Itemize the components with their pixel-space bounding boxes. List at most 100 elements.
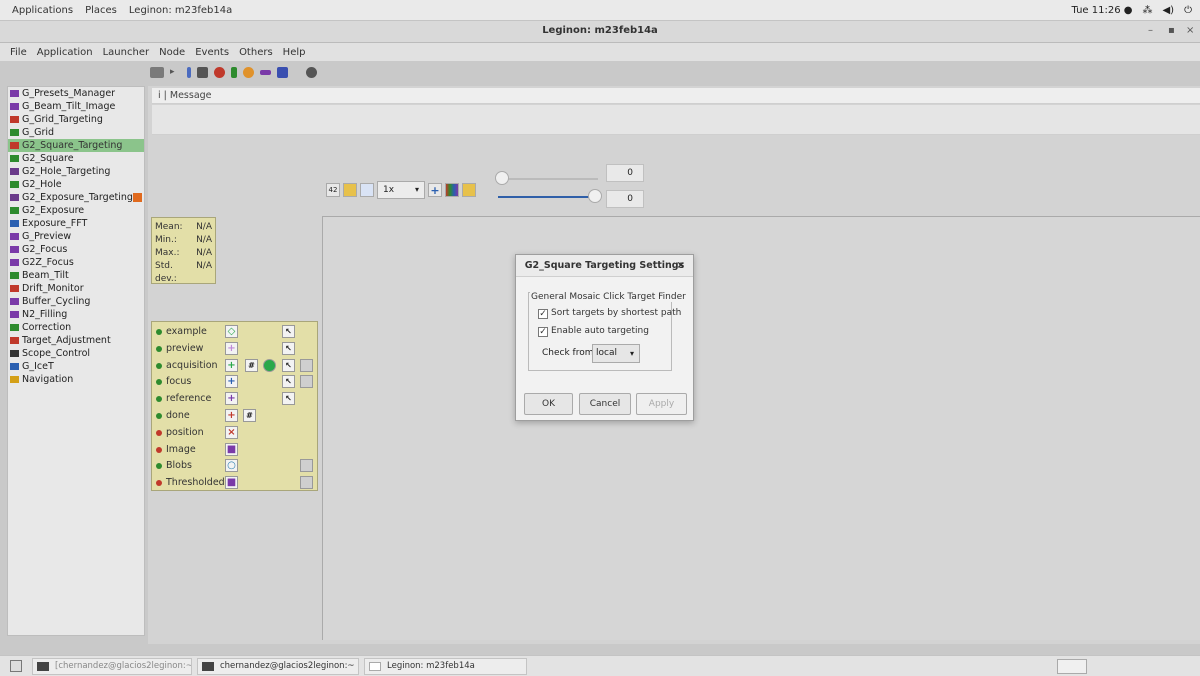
workspace-switcher[interactable] (1057, 659, 1087, 674)
image-canvas[interactable] (322, 216, 1200, 640)
crosshair-icon[interactable]: + (428, 183, 442, 197)
settings-tool-icon[interactable] (300, 358, 313, 372)
node-item[interactable]: Correction (8, 321, 144, 334)
node-item[interactable]: G_Grid (8, 126, 144, 139)
range-max-input[interactable]: 0 (606, 190, 644, 208)
taskbar-terminal-1[interactable]: [chernandez@glacios2leginon:~] (32, 658, 192, 675)
range-min-input[interactable]: 0 (606, 164, 644, 182)
applications-menu[interactable]: Applications (12, 5, 73, 16)
active-window-name[interactable]: Leginon: m23feb14a (129, 5, 232, 16)
settings-tool-icon[interactable] (150, 66, 164, 78)
select-arrow-icon[interactable]: ↖ (282, 358, 295, 372)
target-symbol-icon[interactable]: ■ (225, 476, 238, 490)
window-titlebar[interactable]: Leginon: m23feb14a – ▪ × (0, 21, 1200, 43)
range-slider-min[interactable] (498, 178, 598, 180)
auto-targeting-option[interactable]: ✓ Enable auto targeting (538, 325, 649, 337)
sort-targets-option[interactable]: ✓ Sort targets by shortest path (538, 307, 681, 319)
node-item[interactable]: G2_Hole (8, 178, 144, 191)
node-item[interactable]: G_Grid_Targeting (8, 113, 144, 126)
dialog-titlebar[interactable]: G2_Square Targeting Settings × (516, 255, 693, 277)
power-icon[interactable]: ⏻ (1184, 5, 1192, 16)
node-item[interactable]: Beam_Tilt (8, 269, 144, 282)
play-icon[interactable]: ▸ (170, 67, 181, 78)
target-symbol-icon[interactable]: ○ (225, 459, 238, 473)
target-symbol-icon[interactable]: + (225, 341, 238, 355)
menu-help[interactable]: Help (283, 47, 306, 58)
zoom-select[interactable]: 1x ▾ (377, 181, 425, 199)
menu-node[interactable]: Node (159, 47, 185, 58)
settings-tool-icon[interactable] (300, 375, 313, 389)
select-arrow-icon[interactable]: ↖ (282, 325, 295, 338)
node-item[interactable]: Exposure_FFT (8, 217, 144, 230)
node-item[interactable]: G_IceT (8, 360, 144, 373)
node-item[interactable]: G2Z_Focus (8, 256, 144, 269)
node-item[interactable]: G2_Square (8, 152, 144, 165)
target-symbol-icon[interactable]: + (225, 358, 238, 372)
select-arrow-icon[interactable]: ↖ (282, 392, 295, 406)
hash-icon[interactable]: # (245, 358, 258, 372)
ruler-icon[interactable] (260, 69, 271, 75)
message-header[interactable]: i | Message (152, 88, 1200, 104)
target-symbol-icon[interactable]: + (225, 375, 238, 389)
menu-events[interactable]: Events (195, 47, 229, 58)
ruler-tool-icon[interactable] (343, 183, 357, 197)
network-icon[interactable]: ⁂ (1142, 5, 1152, 16)
target-symbol-icon[interactable]: ◇ (225, 325, 238, 338)
dialog-close-icon[interactable]: × (677, 255, 685, 277)
node-item[interactable]: G_Beam_Tilt_Image (8, 100, 144, 113)
node-item[interactable]: Target_Adjustment (8, 334, 144, 347)
node-item[interactable]: N2_Filling (8, 308, 144, 321)
auto-targeting-checkbox[interactable]: ✓ (538, 327, 548, 337)
clock[interactable]: Tue 11:26 ● (1072, 5, 1133, 16)
node-item[interactable]: Buffer_Cycling (8, 295, 144, 308)
pause-icon[interactable] (187, 66, 191, 78)
target-symbol-icon[interactable]: ■ (225, 442, 238, 456)
select-arrow-icon[interactable]: ↖ (282, 375, 295, 389)
menu-application[interactable]: Application (37, 47, 93, 58)
image-icon[interactable] (277, 66, 288, 78)
node-item[interactable]: G2_Hole_Targeting (8, 165, 144, 178)
green-circle-icon[interactable] (263, 358, 276, 372)
places-menu[interactable]: Places (85, 5, 117, 16)
settings-tool-icon[interactable] (300, 476, 313, 490)
sort-targets-checkbox[interactable]: ✓ (538, 309, 548, 319)
node-item[interactable]: G_Presets_Manager (8, 87, 144, 100)
target-symbol-icon[interactable]: + (225, 409, 238, 422)
range-slider-max[interactable] (498, 196, 593, 198)
target-icon[interactable] (243, 66, 254, 78)
ok-button[interactable]: OK (524, 393, 573, 415)
range-slider-min-knob[interactable] (495, 171, 509, 185)
node-item[interactable]: G2_Focus (8, 243, 144, 256)
target-symbol-icon[interactable]: + (225, 392, 238, 406)
node-item[interactable]: Drift_Monitor (8, 282, 144, 295)
record-icon[interactable] (214, 66, 225, 78)
node-item[interactable]: G2_Exposure (8, 204, 144, 217)
apply-button[interactable]: Apply (636, 393, 687, 415)
minimize-button[interactable]: – (1148, 25, 1153, 36)
show-desktop-icon[interactable] (10, 660, 22, 672)
node-item[interactable]: G2_Square_Targeting (8, 139, 144, 152)
volume-icon[interactable]: ◀) (1162, 5, 1174, 16)
grid-icon[interactable] (197, 66, 208, 78)
select-arrow-icon[interactable]: ↖ (282, 341, 295, 355)
node-item[interactable]: Scope_Control (8, 347, 144, 360)
taskbar-leginon[interactable]: Leginon: m23feb14a (364, 658, 527, 675)
colormap-icon[interactable] (445, 183, 459, 197)
node-item[interactable]: Navigation (8, 373, 144, 386)
menu-file[interactable]: File (10, 47, 27, 58)
node-item[interactable]: G_Preview (8, 230, 144, 243)
check-from-select[interactable]: local ▾ (592, 344, 640, 363)
cancel-button[interactable]: Cancel (579, 393, 631, 415)
maximize-button[interactable]: ▪ (1168, 25, 1175, 36)
range-slider-max-knob[interactable] (588, 189, 602, 203)
menu-launcher[interactable]: Launcher (103, 47, 149, 58)
close-button[interactable]: × (1186, 25, 1194, 36)
settings-tool-icon[interactable] (300, 459, 313, 473)
menu-others[interactable]: Others (239, 47, 273, 58)
hash-icon[interactable]: # (243, 409, 256, 422)
taskbar-terminal-2[interactable]: chernandez@glacios2leginon:~ (197, 658, 359, 675)
target-symbol-icon[interactable]: × (225, 425, 238, 439)
magic-wand-icon[interactable] (360, 183, 374, 197)
tool-42-button[interactable]: 42 (326, 183, 340, 197)
refresh-icon[interactable] (231, 66, 237, 78)
